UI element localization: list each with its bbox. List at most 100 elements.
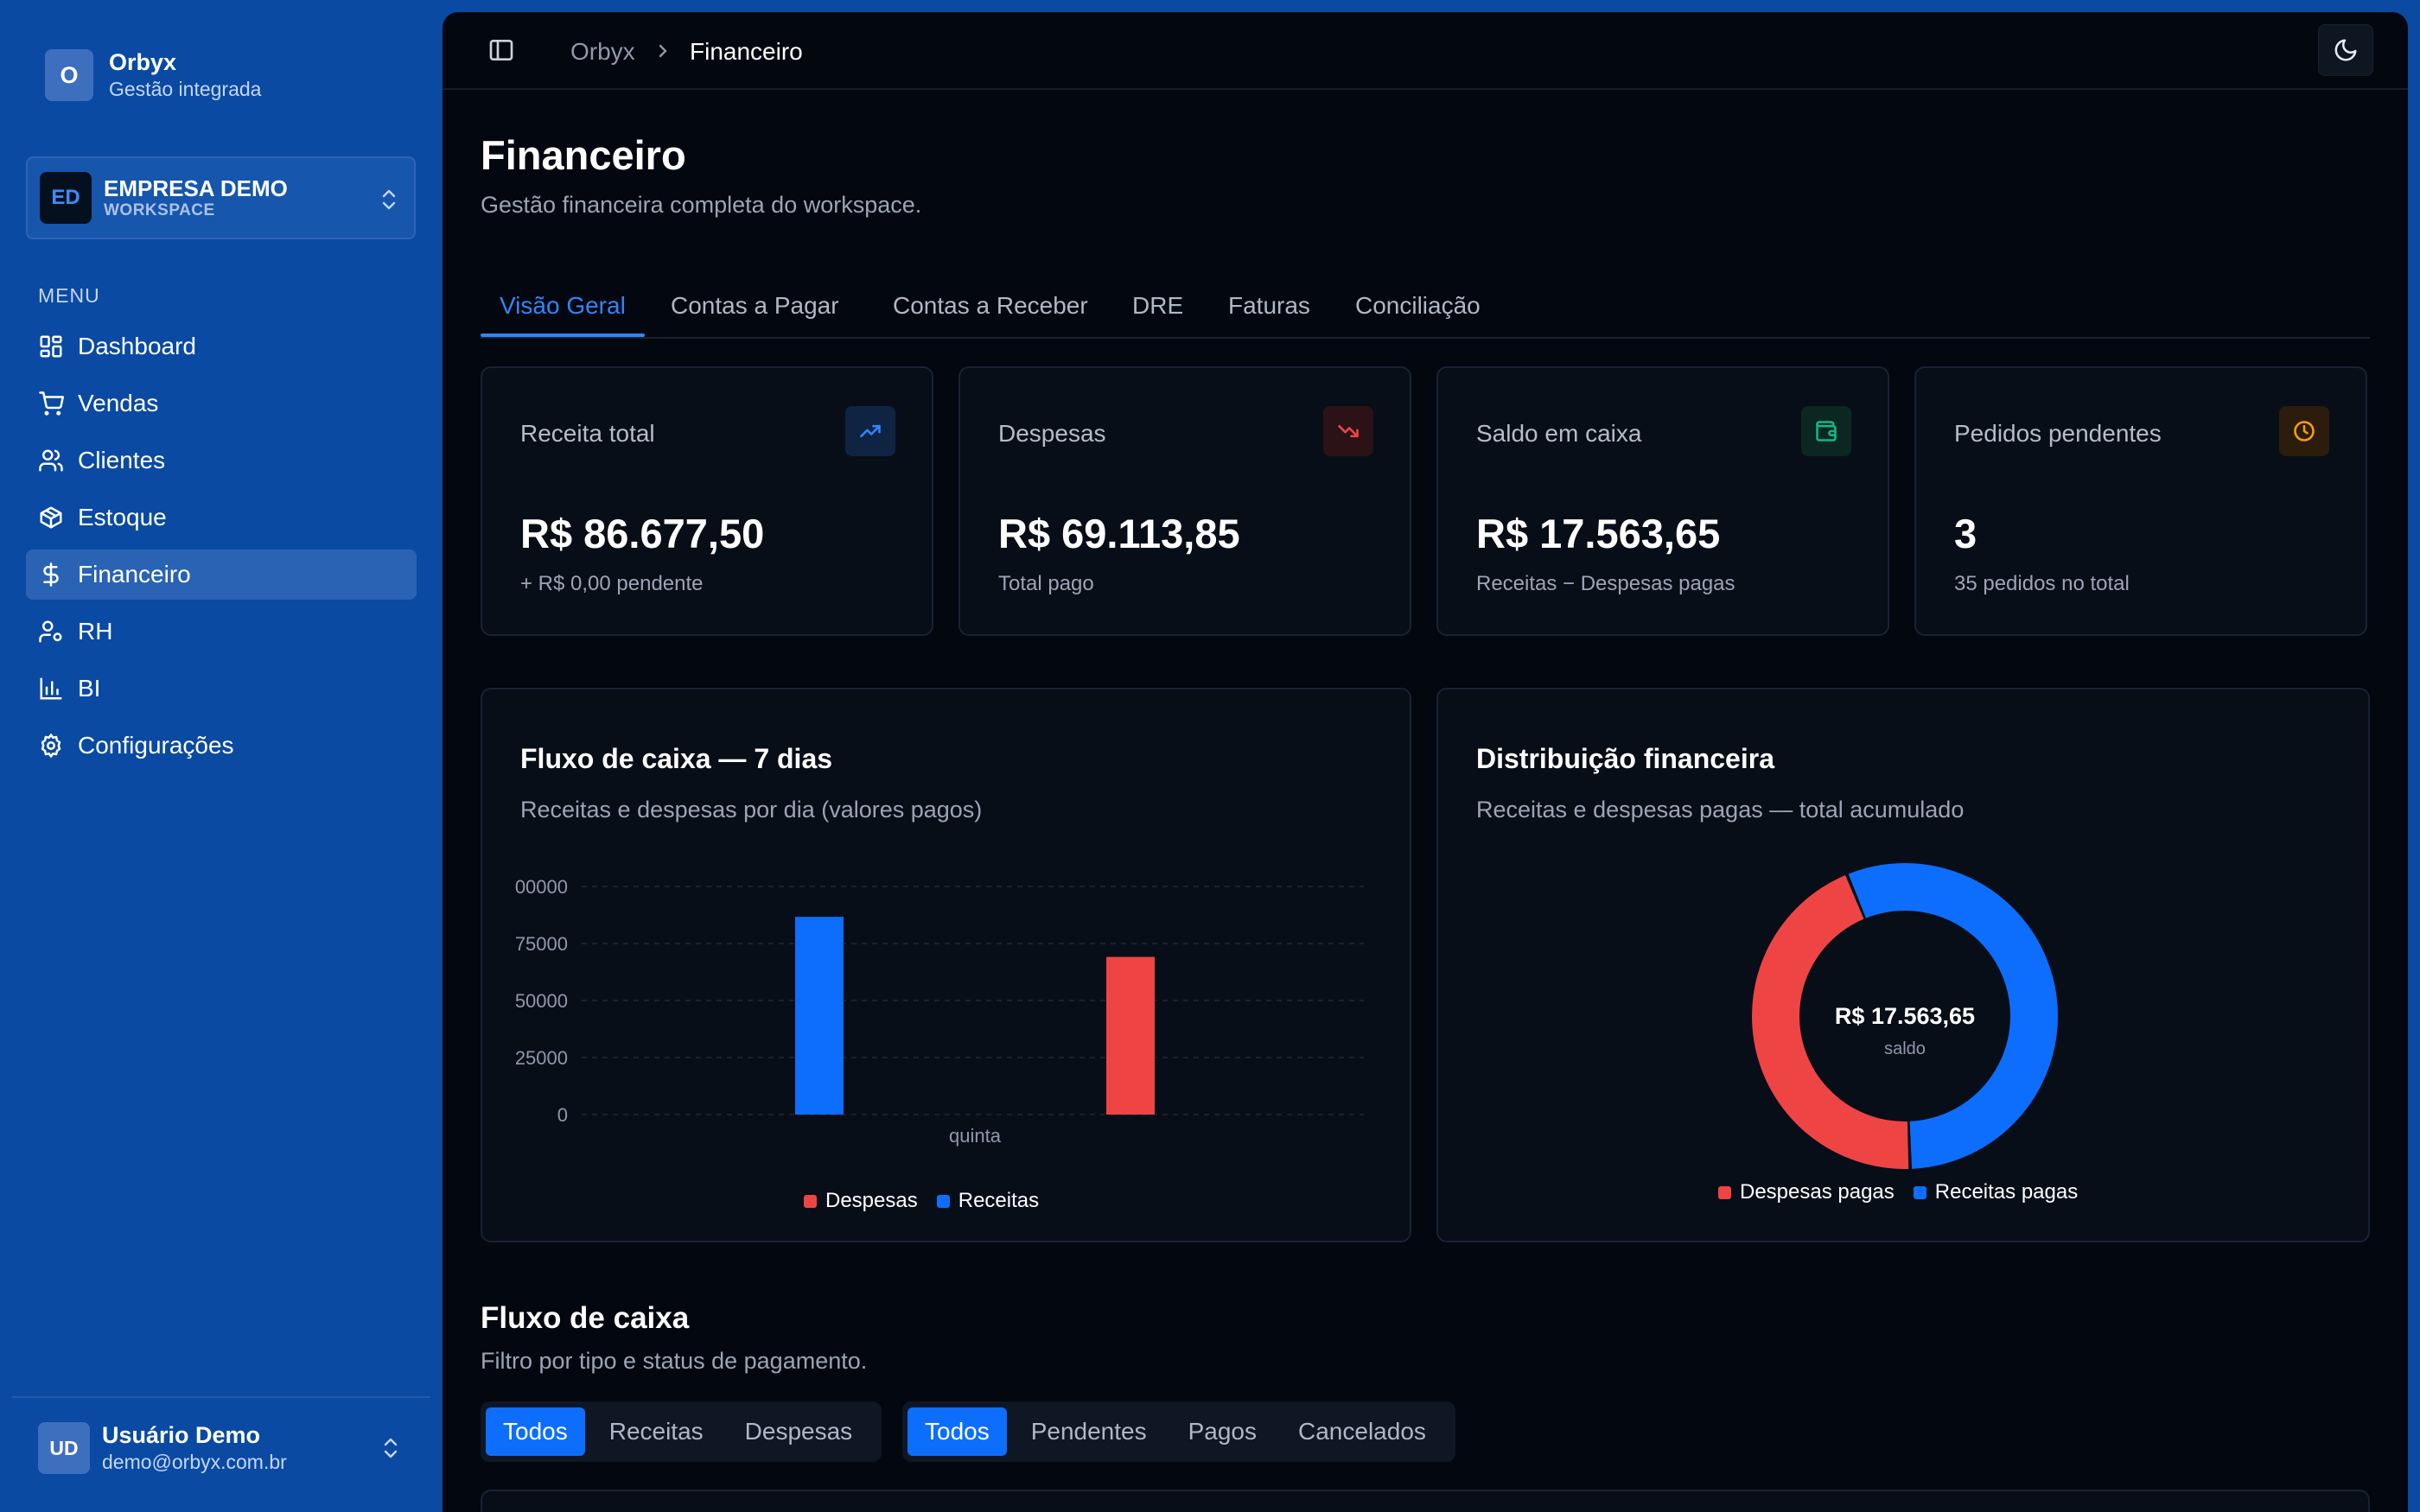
trending-up-icon <box>845 406 895 456</box>
chevrons-up-down-icon <box>382 189 396 210</box>
legend-item-receitas-pagas[interactable]: Receitas pagas <box>1913 1180 2079 1204</box>
donut-center-value: R$ 17.563,65 <box>1835 1003 1975 1029</box>
stat-label: Pedidos pendentes <box>1954 420 2162 447</box>
legend-item-despesas[interactable]: Despesas <box>804 1189 918 1213</box>
y-tick-label: 00000 <box>515 876 568 898</box>
stat-note: 35 pedidos no total <box>1954 572 2130 595</box>
stat-value: R$ 17.563,65 <box>1476 511 1721 556</box>
brand[interactable]: O Orbyx Gestão integrada <box>45 48 261 102</box>
tab-visao-geral[interactable]: Visão Geral <box>500 292 626 320</box>
x-tick-label: quinta <box>949 1125 1002 1147</box>
workspace-name: EMPRESA DEMO <box>104 175 288 201</box>
sidebar-item-label: Vendas <box>78 390 159 416</box>
user-menu[interactable]: UD Usuário Demo demo@orbyx.com.br <box>38 1421 287 1475</box>
main-panel: Orbyx Financeiro Financeiro Gestão finan… <box>443 12 2408 1512</box>
sidebar-item-dashboard[interactable]: Dashboard <box>26 321 417 372</box>
sidebar-item-label: RH <box>78 618 113 645</box>
gear-icon <box>41 734 61 758</box>
tab-bar: Visão Geral Contas a Pagar Contas a Rece… <box>481 268 2370 339</box>
user-name: Usuário Demo <box>102 1422 261 1448</box>
sidebar-item-configuracoes[interactable]: Configurações <box>26 721 417 771</box>
sidebar-item-vendas[interactable]: Vendas <box>26 378 417 429</box>
cashflow-table-card <box>481 1490 2370 1512</box>
dashboard-icon <box>40 335 62 358</box>
cashflow-chart-panel: Fluxo de caixa — 7 dias Receitas e despe… <box>481 688 1411 1242</box>
tab-contas-a-pagar[interactable]: Contas a Pagar <box>671 292 839 320</box>
legend-item-receitas[interactable]: Receitas <box>936 1189 1039 1213</box>
legend-label: Despesas <box>825 1189 918 1212</box>
stat-note: + R$ 0,00 pendente <box>520 572 704 595</box>
donut-center-label: saldo <box>1884 1039 1926 1058</box>
sidebar: O Orbyx Gestão integrada ED EMPRESA DEMO… <box>0 0 443 1512</box>
box-icon <box>40 506 62 529</box>
stat-card-saldo: Saldo em caixa R$ 17.563,65 Receitas − D… <box>1436 366 1889 636</box>
legend-label: Despesas pagas <box>1740 1180 1895 1204</box>
breadcrumb-root[interactable]: Orbyx <box>570 38 635 66</box>
stat-card-pedidos: Pedidos pendentes 3 35 pedidos no total <box>1914 366 2367 636</box>
legend-swatch <box>1718 1185 1731 1199</box>
chevrons-up-down-icon[interactable] <box>381 1436 400 1460</box>
bar-receitas[interactable] <box>795 917 844 1115</box>
chart-legend: Despesas Receitas <box>804 1189 1058 1213</box>
distribution-chart-panel: Distribuição financeira Receitas e despe… <box>1436 688 2370 1242</box>
legend-item-despesas-pagas[interactable]: Despesas pagas <box>1718 1180 1895 1204</box>
breadcrumb-current: Financeiro <box>690 38 803 65</box>
stat-label: Saldo em caixa <box>1476 420 1642 447</box>
stat-label: Despesas <box>998 420 1106 447</box>
avatar: UD <box>38 1422 90 1474</box>
stat-value: R$ 69.113,85 <box>998 511 1240 556</box>
filter-status-pagos[interactable]: Pagos <box>1171 1407 1274 1456</box>
sidebar-toggle-icon[interactable] <box>487 36 515 64</box>
theme-toggle-button[interactable] <box>2318 24 2373 76</box>
brand-name: Orbyx <box>109 49 177 75</box>
tab-faturas[interactable]: Faturas <box>1228 292 1310 320</box>
stat-note: Total pago <box>998 572 1094 595</box>
sidebar-item-financeiro[interactable]: Financeiro <box>26 550 417 600</box>
topbar: Orbyx Financeiro <box>443 12 2408 90</box>
filter-status-todos[interactable]: Todos <box>908 1407 1007 1456</box>
filter-type-despesas[interactable]: Despesas <box>728 1407 870 1456</box>
menu-label: MENU <box>38 284 100 307</box>
filter-status-pendentes[interactable]: Pendentes <box>1014 1407 1164 1456</box>
tab-contas-a-receber[interactable]: Contas a Receber <box>893 292 1088 320</box>
stat-card-despesas: Despesas R$ 69.113,85 Total pago <box>958 366 1411 636</box>
sidebar-item-label: Dashboard <box>78 333 196 359</box>
bar-despesas[interactable] <box>1106 956 1155 1115</box>
stat-note: Receitas − Despesas pagas <box>1476 572 1735 595</box>
workspace-switcher[interactable]: ED EMPRESA DEMO WORKSPACE <box>26 156 416 239</box>
filter-type-todos[interactable]: Todos <box>486 1407 585 1456</box>
stat-value: R$ 86.677,50 <box>520 511 765 556</box>
sidebar-item-label: BI <box>78 675 101 702</box>
sidebar-item-rh[interactable]: RH <box>26 607 417 657</box>
user-email: demo@orbyx.com.br <box>102 1451 287 1473</box>
sidebar-nav: Dashboard Vendas Clientes Estoque Financ… <box>26 321 417 778</box>
filter-status-cancelados[interactable]: Cancelados <box>1281 1407 1443 1456</box>
user-cog-icon <box>39 620 62 643</box>
stat-card-receita: Receita total R$ 86.677,50 + R$ 0,00 pen… <box>481 366 933 636</box>
active-tab-indicator <box>481 334 645 337</box>
legend-swatch <box>1913 1185 1926 1199</box>
y-tick-label: 25000 <box>515 1047 568 1069</box>
section-title: Fluxo de caixa <box>481 1301 690 1335</box>
section-subtitle: Filtro por tipo e status de pagamento. <box>481 1348 868 1374</box>
sidebar-item-clientes[interactable]: Clientes <box>26 435 417 486</box>
chevron-right-icon <box>659 44 667 58</box>
distribution-donut-chart: R$ 17.563,65 saldo <box>1752 863 2058 1169</box>
y-tick-label: 75000 <box>515 933 568 955</box>
y-tick-label: 50000 <box>515 990 568 1012</box>
sidebar-item-bi[interactable]: BI <box>26 664 417 714</box>
stat-label: Receita total <box>520 420 655 447</box>
chart-legend: Despesas pagas Receitas pagas <box>1718 1180 2097 1204</box>
trending-down-icon <box>1323 406 1373 456</box>
type-filter: Todos Receitas Despesas <box>481 1401 882 1462</box>
tab-conciliacao[interactable]: Conciliação <box>1355 292 1481 320</box>
users-icon <box>39 449 63 472</box>
sidebar-item-estoque[interactable]: Estoque <box>26 492 417 543</box>
legend-swatch <box>936 1194 950 1208</box>
tab-dre[interactable]: DRE <box>1132 292 1183 320</box>
dollar-icon <box>43 562 59 587</box>
filter-type-receitas[interactable]: Receitas <box>592 1407 721 1456</box>
legend-label: Receitas pagas <box>1934 1180 2079 1204</box>
clock-icon <box>2279 406 2329 456</box>
cart-icon <box>39 391 64 416</box>
